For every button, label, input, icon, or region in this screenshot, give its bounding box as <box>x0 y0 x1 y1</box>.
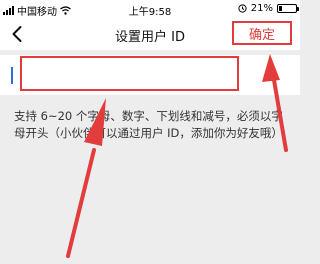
input-row <box>0 55 300 95</box>
confirm-button[interactable]: 确定 <box>232 21 292 45</box>
user-id-input[interactable] <box>20 56 239 91</box>
status-right: 21% <box>238 3 299 14</box>
nav-bar: 设置用户 ID 确定 <box>0 18 300 50</box>
alarm-icon <box>238 4 247 13</box>
battery-icon <box>277 4 299 13</box>
battery-fill <box>279 6 282 11</box>
status-bar: 中国移动 上午9:58 21% <box>0 0 300 18</box>
text-cursor <box>11 67 13 84</box>
battery-percent: 21% <box>250 3 273 14</box>
confirm-button-label: 确定 <box>248 27 275 43</box>
hint-text: 支持 6~20 个字母、数字、下划线和减号，必须以字母开头（小伙伴可以通过用户 … <box>14 109 283 140</box>
